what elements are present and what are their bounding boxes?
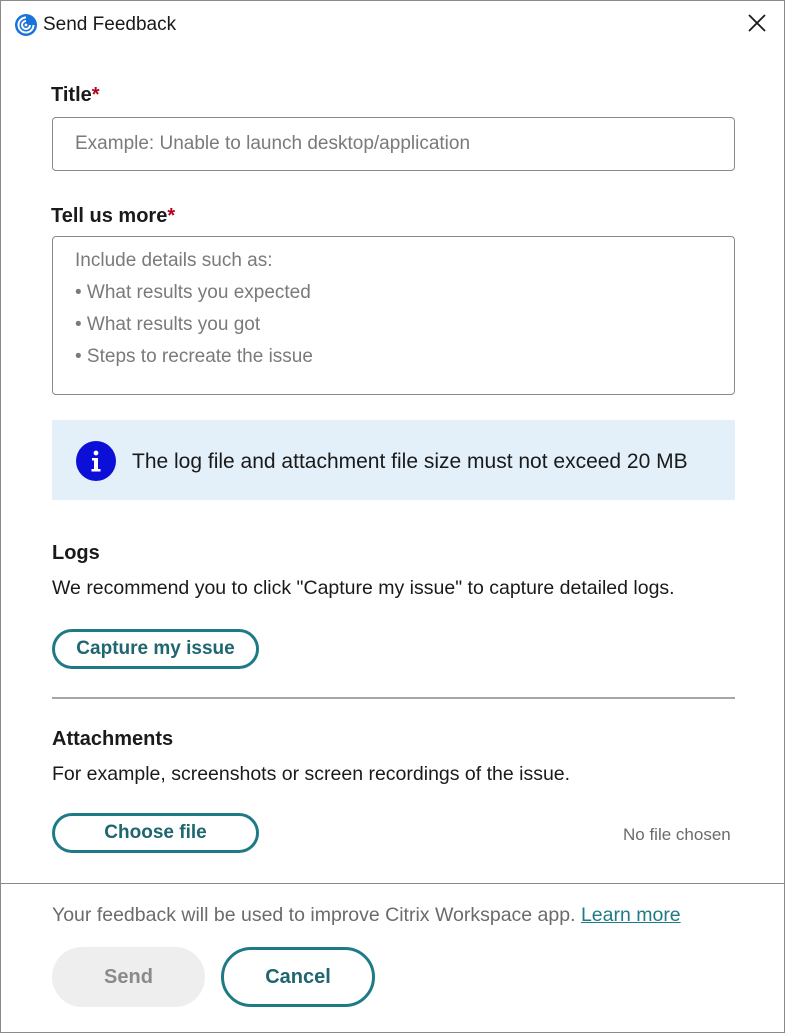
title-label: Title* [51,84,100,107]
window-title: Send Feedback [43,14,177,35]
cancel-button[interactable]: Cancel [221,947,375,1007]
info-banner: The log file and attachment file size mu… [52,420,735,500]
details-placeholder-line: • What results you expected [75,282,311,303]
learn-more-link[interactable]: Learn more [581,904,681,926]
details-label-text: Tell us more [51,205,168,227]
details-label: Tell us more* [51,205,175,228]
attachments-heading: Attachments [52,728,174,750]
footer-note: Your feedback will be used to improve Ci… [52,904,681,927]
details-placeholder-line: • What results you got [75,314,261,335]
file-status: No file chosen [623,825,731,844]
details-placeholder-line: • Steps to recreate the issue [75,346,313,367]
details-textarea[interactable]: Include details such as: • What results … [52,236,735,395]
close-button[interactable] [741,9,773,41]
required-mark: * [167,205,176,227]
footer-note-text: Your feedback will be used to improve Ci… [52,904,576,926]
section-divider [52,697,735,699]
title-label-text: Title [51,84,92,106]
feedback-dialog: Send Feedback Title* Tell us more* Inclu… [0,0,785,1033]
choose-file-button[interactable]: Choose file [52,813,259,853]
footer-divider [1,883,784,884]
title-input[interactable] [52,117,735,171]
details-placeholder-line: Include details such as: [75,250,273,271]
title-bar: Send Feedback [1,1,784,49]
citrix-workspace-icon [14,13,38,37]
info-icon [76,441,116,481]
required-mark: * [91,84,100,106]
logs-description: We recommend you to click "Capture my is… [52,577,675,599]
close-icon [748,13,766,37]
capture-issue-button[interactable]: Capture my issue [52,629,259,669]
send-button[interactable]: Send [52,947,205,1007]
attachments-description: For example, screenshots or screen recor… [52,763,571,785]
info-text: The log file and attachment file size mu… [132,450,688,473]
logs-heading: Logs [52,542,100,564]
